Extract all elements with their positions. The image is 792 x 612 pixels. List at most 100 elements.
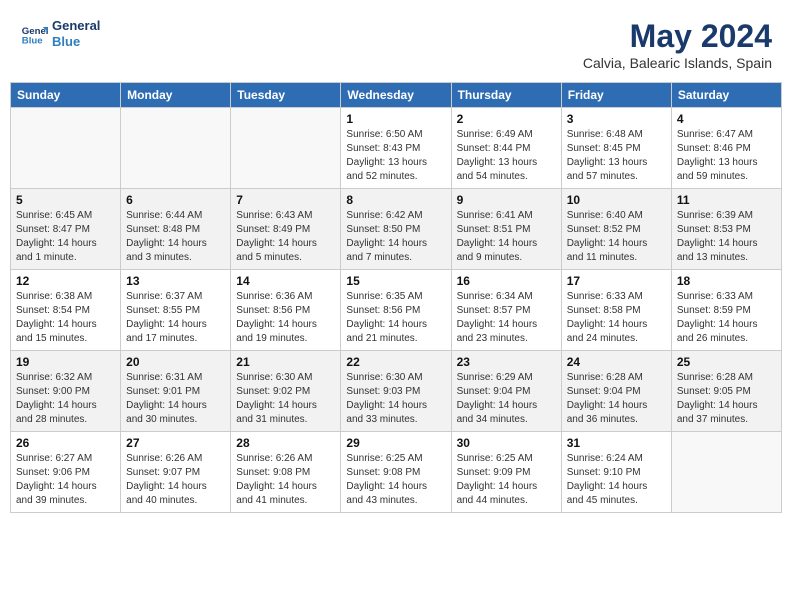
calendar-week-row: 5Sunrise: 6:45 AMSunset: 8:47 PMDaylight…: [11, 189, 782, 270]
logo: General Blue General Blue: [20, 18, 100, 49]
col-header-sunday: Sunday: [11, 83, 121, 108]
day-number: 3: [567, 112, 666, 126]
svg-text:Blue: Blue: [22, 35, 43, 46]
day-number: 7: [236, 193, 335, 207]
col-header-thursday: Thursday: [451, 83, 561, 108]
day-number: 13: [126, 274, 225, 288]
day-number: 21: [236, 355, 335, 369]
day-info: Sunrise: 6:34 AMSunset: 8:57 PMDaylight:…: [457, 290, 556, 346]
day-info: Sunrise: 6:36 AMSunset: 8:56 PMDaylight:…: [236, 290, 335, 346]
day-info: Sunrise: 6:35 AMSunset: 8:56 PMDaylight:…: [346, 290, 445, 346]
calendar-day-cell: [121, 108, 231, 189]
day-info: Sunrise: 6:41 AMSunset: 8:51 PMDaylight:…: [457, 209, 556, 265]
logo-text-line1: General: [52, 18, 100, 34]
col-header-friday: Friday: [561, 83, 671, 108]
calendar-day-cell: 14 Sunrise: 6:36 AMSunset: 8:56 PMDayligh…: [231, 270, 341, 351]
calendar-week-row: 19 Sunrise: 6:32 AMSunset: 9:00 PMDayligh…: [11, 351, 782, 432]
calendar-day-cell: 9Sunrise: 6:41 AMSunset: 8:51 PMDaylight…: [451, 189, 561, 270]
col-header-tuesday: Tuesday: [231, 83, 341, 108]
day-number: 30: [457, 436, 556, 450]
day-info: Sunrise: 6:49 AMSunset: 8:44 PMDaylight:…: [457, 128, 556, 184]
day-info: Sunrise: 6:28 AMSunset: 9:05 PMDaylight:…: [677, 371, 776, 427]
day-info: Sunrise: 6:40 AMSunset: 8:52 PMDaylight:…: [567, 209, 666, 265]
day-number: 10: [567, 193, 666, 207]
day-number: 14: [236, 274, 335, 288]
calendar-day-cell: 31 Sunrise: 6:24 AMSunset: 9:10 PMDayligh…: [561, 432, 671, 513]
calendar-day-cell: 15 Sunrise: 6:35 AMSunset: 8:56 PMDayligh…: [341, 270, 451, 351]
day-number: 24: [567, 355, 666, 369]
day-info: Sunrise: 6:25 AMSunset: 9:09 PMDaylight:…: [457, 452, 556, 508]
day-number: 18: [677, 274, 776, 288]
col-header-wednesday: Wednesday: [341, 83, 451, 108]
calendar-day-cell: 12 Sunrise: 6:38 AMSunset: 8:54 PMDayligh…: [11, 270, 121, 351]
calendar-day-cell: [671, 432, 781, 513]
day-number: 26: [16, 436, 115, 450]
calendar-day-cell: 22 Sunrise: 6:30 AMSunset: 9:03 PMDayligh…: [341, 351, 451, 432]
day-info: Sunrise: 6:32 AMSunset: 9:00 PMDaylight:…: [16, 371, 115, 427]
calendar-day-cell: 26 Sunrise: 6:27 AMSunset: 9:06 PMDayligh…: [11, 432, 121, 513]
calendar-day-cell: 19 Sunrise: 6:32 AMSunset: 9:00 PMDayligh…: [11, 351, 121, 432]
calendar-day-cell: [231, 108, 341, 189]
logo-icon: General Blue: [20, 20, 48, 48]
col-header-monday: Monday: [121, 83, 231, 108]
calendar-day-cell: 6Sunrise: 6:44 AMSunset: 8:48 PMDaylight…: [121, 189, 231, 270]
calendar-day-cell: 18 Sunrise: 6:33 AMSunset: 8:59 PMDayligh…: [671, 270, 781, 351]
day-info: Sunrise: 6:24 AMSunset: 9:10 PMDaylight:…: [567, 452, 666, 508]
day-number: 20: [126, 355, 225, 369]
day-number: 31: [567, 436, 666, 450]
calendar-day-cell: 23 Sunrise: 6:29 AMSunset: 9:04 PMDayligh…: [451, 351, 561, 432]
col-header-saturday: Saturday: [671, 83, 781, 108]
calendar-day-cell: 24Sunrise: 6:28 AMSunset: 9:04 PMDayligh…: [561, 351, 671, 432]
day-number: 5: [16, 193, 115, 207]
calendar-day-cell: 28Sunrise: 6:26 AMSunset: 9:08 PMDayligh…: [231, 432, 341, 513]
calendar-day-cell: 7 Sunrise: 6:43 AMSunset: 8:49 PMDaylight…: [231, 189, 341, 270]
day-number: 6: [126, 193, 225, 207]
day-info: Sunrise: 6:29 AMSunset: 9:04 PMDaylight:…: [457, 371, 556, 427]
calendar-day-cell: 4 Sunrise: 6:47 AMSunset: 8:46 PMDaylight…: [671, 108, 781, 189]
calendar-day-cell: [11, 108, 121, 189]
day-number: 22: [346, 355, 445, 369]
day-number: 12: [16, 274, 115, 288]
calendar-day-cell: 11 Sunrise: 6:39 AMSunset: 8:53 PMDayligh…: [671, 189, 781, 270]
day-number: 15: [346, 274, 445, 288]
calendar-day-cell: 20 Sunrise: 6:31 AMSunset: 9:01 PMDayligh…: [121, 351, 231, 432]
day-number: 4: [677, 112, 776, 126]
day-number: 8: [346, 193, 445, 207]
main-title: May 2024: [583, 18, 772, 55]
calendar-week-row: 26 Sunrise: 6:27 AMSunset: 9:06 PMDayligh…: [11, 432, 782, 513]
day-info: Sunrise: 6:26 AMSunset: 9:08 PMDaylight:…: [236, 452, 335, 508]
day-number: 23: [457, 355, 556, 369]
day-info: Sunrise: 6:43 AMSunset: 8:49 PMDaylight:…: [236, 209, 335, 265]
day-number: 25: [677, 355, 776, 369]
calendar-header-row: SundayMondayTuesdayWednesdayThursdayFrid…: [11, 83, 782, 108]
day-info: Sunrise: 6:27 AMSunset: 9:06 PMDaylight:…: [16, 452, 115, 508]
day-number: 11: [677, 193, 776, 207]
page-header: General Blue General Blue May 2024 Calvi…: [10, 10, 782, 76]
day-info: Sunrise: 6:39 AMSunset: 8:53 PMDaylight:…: [677, 209, 776, 265]
calendar-day-cell: 3 Sunrise: 6:48 AMSunset: 8:45 PMDaylight…: [561, 108, 671, 189]
day-number: 17: [567, 274, 666, 288]
day-info: Sunrise: 6:30 AMSunset: 9:03 PMDaylight:…: [346, 371, 445, 427]
day-info: Sunrise: 6:31 AMSunset: 9:01 PMDaylight:…: [126, 371, 225, 427]
day-info: Sunrise: 6:33 AMSunset: 8:58 PMDaylight:…: [567, 290, 666, 346]
day-info: Sunrise: 6:42 AMSunset: 8:50 PMDaylight:…: [346, 209, 445, 265]
day-number: 19: [16, 355, 115, 369]
day-number: 27: [126, 436, 225, 450]
calendar-day-cell: 1Sunrise: 6:50 AMSunset: 8:43 PMDaylight…: [341, 108, 451, 189]
day-number: 1: [346, 112, 445, 126]
calendar-table: SundayMondayTuesdayWednesdayThursdayFrid…: [10, 82, 782, 513]
day-info: Sunrise: 6:37 AMSunset: 8:55 PMDaylight:…: [126, 290, 225, 346]
calendar-week-row: 12 Sunrise: 6:38 AMSunset: 8:54 PMDayligh…: [11, 270, 782, 351]
calendar-day-cell: 16Sunrise: 6:34 AMSunset: 8:57 PMDayligh…: [451, 270, 561, 351]
day-info: Sunrise: 6:47 AMSunset: 8:46 PMDaylight:…: [677, 128, 776, 184]
day-info: Sunrise: 6:26 AMSunset: 9:07 PMDaylight:…: [126, 452, 225, 508]
calendar-day-cell: 27 Sunrise: 6:26 AMSunset: 9:07 PMDayligh…: [121, 432, 231, 513]
day-info: Sunrise: 6:30 AMSunset: 9:02 PMDaylight:…: [236, 371, 335, 427]
day-info: Sunrise: 6:25 AMSunset: 9:08 PMDaylight:…: [346, 452, 445, 508]
calendar-week-row: 1Sunrise: 6:50 AMSunset: 8:43 PMDaylight…: [11, 108, 782, 189]
day-info: Sunrise: 6:48 AMSunset: 8:45 PMDaylight:…: [567, 128, 666, 184]
subtitle: Calvia, Balearic Islands, Spain: [583, 55, 772, 71]
calendar-day-cell: 21 Sunrise: 6:30 AMSunset: 9:02 PMDayligh…: [231, 351, 341, 432]
day-info: Sunrise: 6:33 AMSunset: 8:59 PMDaylight:…: [677, 290, 776, 346]
day-info: Sunrise: 6:38 AMSunset: 8:54 PMDaylight:…: [16, 290, 115, 346]
